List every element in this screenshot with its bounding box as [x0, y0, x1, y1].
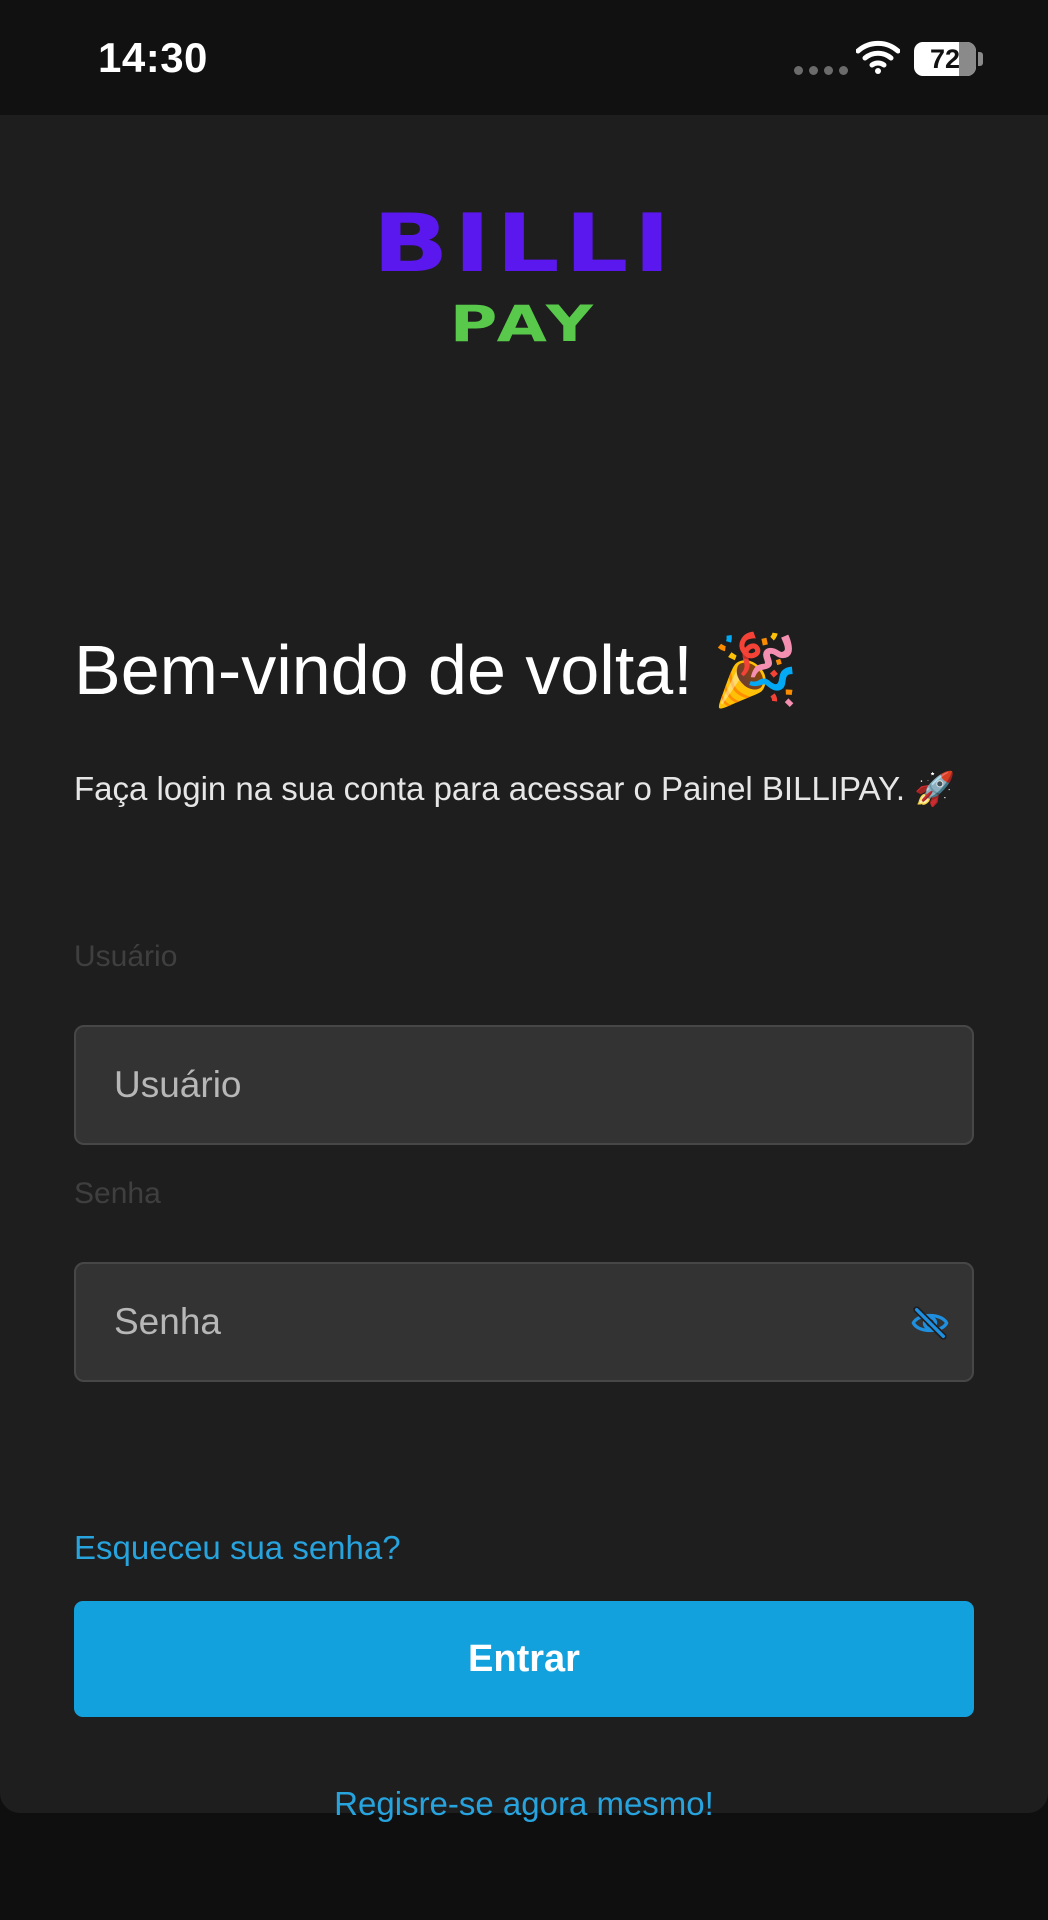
wifi-icon [856, 40, 900, 74]
password-label: Senha [74, 1177, 161, 1210]
logo-billi: BILLI [372, 197, 676, 290]
login-subtitle-text: Faça login na sua conta para acessar o P… [74, 770, 906, 807]
cellular-signal-icon [794, 66, 848, 75]
battery-level: 72 [929, 43, 961, 74]
welcome-title-text: Bem-vindo de volta! [74, 631, 693, 709]
username-field-container [74, 1025, 974, 1145]
status-time: 14:30 [98, 34, 208, 81]
register-link[interactable]: Regisre-se agora mesmo! [0, 1785, 1048, 1823]
login-subtitle: Faça login na sua conta para acessar o P… [74, 762, 974, 816]
password-field-container [74, 1262, 974, 1382]
forgot-password-link[interactable]: Esqueceu sua senha? [74, 1529, 401, 1567]
rocket-icon: 🚀 [914, 770, 956, 807]
username-input[interactable] [114, 1027, 894, 1143]
status-bar: 14:30 72 [0, 0, 1048, 115]
eye-off-icon[interactable] [910, 1303, 950, 1343]
battery-icon: 72 [914, 42, 976, 76]
welcome-title: Bem-vindo de volta! 🎉 [74, 630, 799, 712]
password-input[interactable] [114, 1264, 894, 1380]
party-popper-icon: 🎉 [712, 631, 800, 709]
login-card: BILLI PAY Bem-vindo de volta! 🎉 Faça log… [0, 115, 1048, 1822]
login-button[interactable]: Entrar [74, 1601, 974, 1717]
username-label: Usuário [74, 940, 178, 973]
battery-tip [978, 52, 983, 66]
logo-pay: PAY [449, 295, 599, 353]
